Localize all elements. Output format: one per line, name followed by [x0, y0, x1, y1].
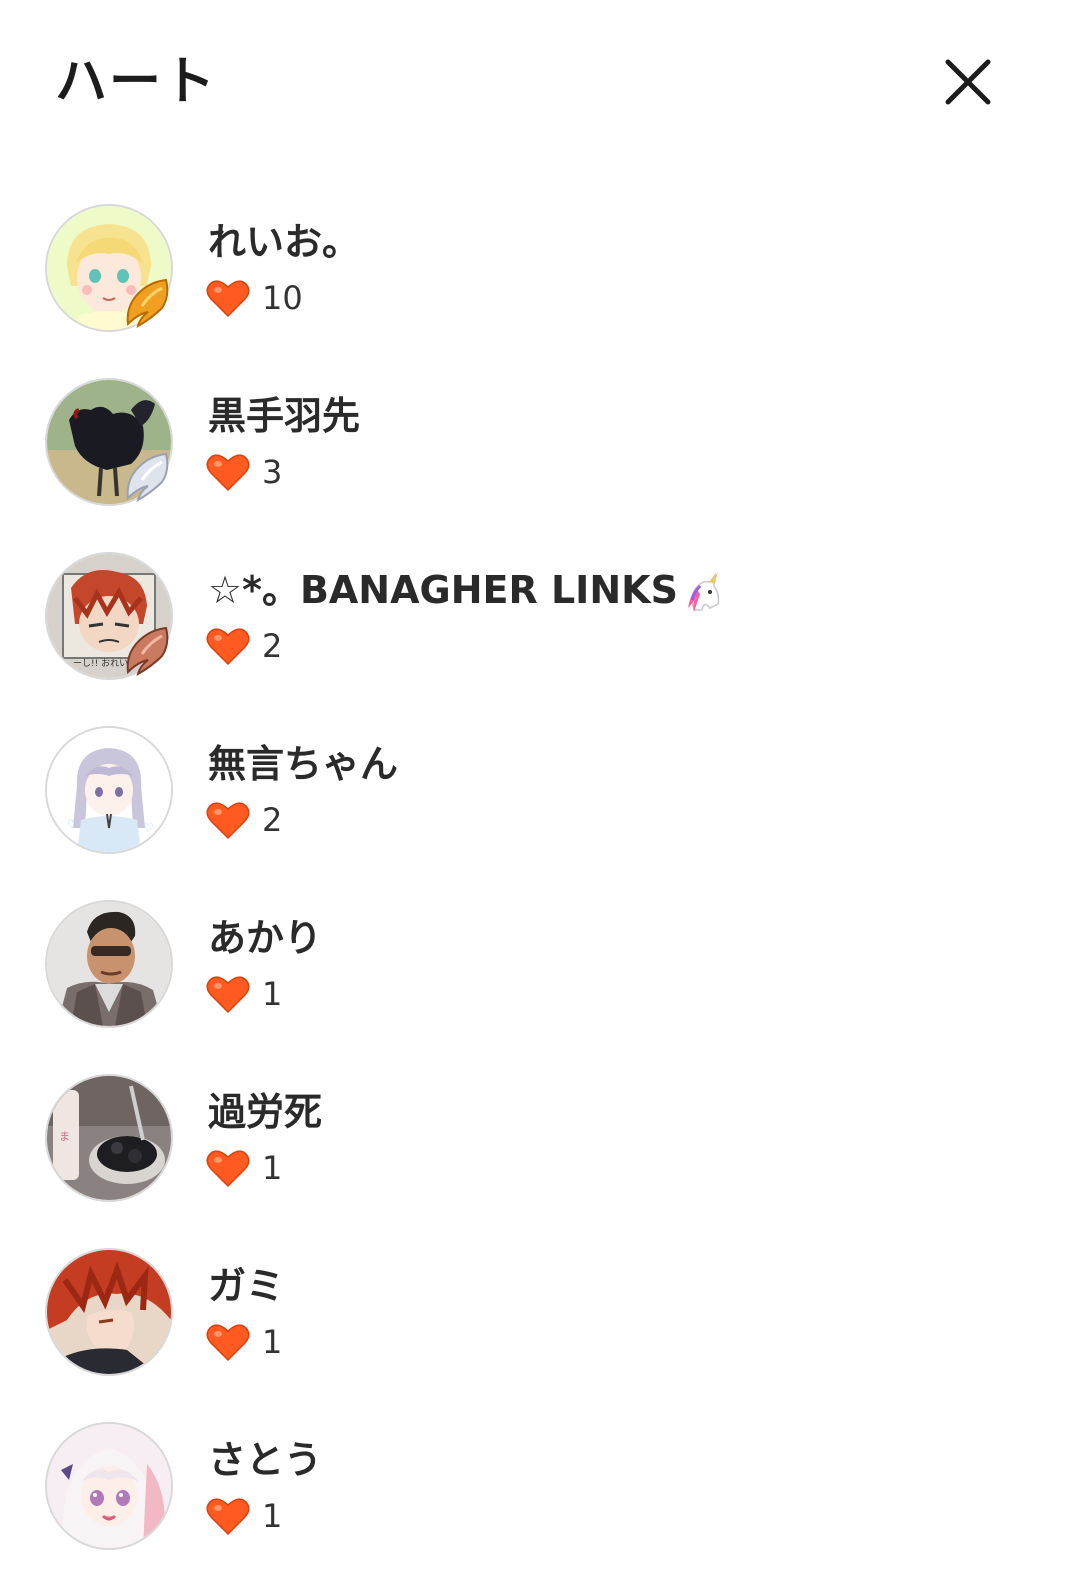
- user-name[interactable]: ☆*。BANAGHER LINKS: [208, 566, 726, 616]
- heart-count: 10: [206, 276, 303, 320]
- heart-icon: [206, 280, 250, 318]
- heart-icon: [206, 976, 250, 1014]
- white-hair-girl-avatar[interactable]: [45, 1422, 173, 1550]
- list-item[interactable]: ♡ ♡ 無言ちゃん 2: [0, 712, 1079, 886]
- food-photo-avatar[interactable]: ま: [45, 1074, 173, 1202]
- heart-count-value: 2: [262, 627, 283, 665]
- page-title: ハート: [55, 52, 218, 112]
- heart-count: 2: [206, 798, 282, 842]
- heart-icon: [206, 1324, 250, 1362]
- svg-text:ま: ま: [59, 1130, 70, 1143]
- user-name-text: ☆*。BANAGHER LINKS: [208, 568, 678, 612]
- heart-icon: [206, 454, 250, 492]
- heart-count-value: 10: [262, 279, 303, 317]
- bronze-wing-badge: [126, 626, 169, 677]
- heart-count: 1: [206, 972, 282, 1016]
- heart-count-value: 3: [262, 453, 283, 491]
- heart-count: 1: [206, 1320, 282, 1364]
- sunglasses-man-avatar[interactable]: [45, 900, 173, 1028]
- heart-count-value: 1: [262, 1323, 283, 1361]
- list-item[interactable]: 黒手羽先 3: [0, 364, 1079, 538]
- list-item[interactable]: ま 過労死 1: [0, 1060, 1079, 1234]
- user-name[interactable]: れいお。: [208, 218, 360, 266]
- heart-count-value: 1: [262, 975, 283, 1013]
- user-name[interactable]: 過労死: [208, 1088, 322, 1136]
- svg-text:♡: ♡: [67, 817, 78, 831]
- heart-icon: [206, 1498, 250, 1536]
- heart-icon: [206, 1150, 250, 1188]
- dialog-header: ハート: [0, 0, 1079, 160]
- heart-count-value: 1: [262, 1149, 283, 1187]
- list-item[interactable]: あかり 1: [0, 886, 1079, 1060]
- user-name[interactable]: さとう: [208, 1436, 322, 1484]
- list-item[interactable]: れいお。 10: [0, 190, 1079, 364]
- heart-count: 1: [206, 1494, 282, 1538]
- unicorn-icon: [687, 571, 720, 612]
- heart-count: 3: [206, 450, 282, 494]
- list-item[interactable]: ーし!! おれい ☆*。BANAGHER LINKS 2: [0, 538, 1079, 712]
- list-item[interactable]: ガミ 1: [0, 1234, 1079, 1408]
- red-hair-boy-avatar[interactable]: [45, 1248, 173, 1376]
- close-icon: [945, 59, 991, 105]
- svg-text:♡: ♡: [143, 821, 154, 835]
- user-name[interactable]: 黒手羽先: [208, 392, 360, 440]
- lavender-girl-avatar[interactable]: ♡ ♡: [45, 726, 173, 854]
- heart-user-list: れいお。 10 黒手羽先 3 ーし!! おれい ☆*。BANAGHER LINK…: [0, 190, 1079, 1582]
- close-button[interactable]: [938, 52, 998, 112]
- heart-count: 2: [206, 624, 282, 668]
- heart-count-value: 1: [262, 1497, 283, 1535]
- silver-wing-badge: [126, 452, 169, 503]
- user-name[interactable]: あかり: [208, 914, 322, 962]
- heart-icon: [206, 802, 250, 840]
- heart-icon: [206, 628, 250, 666]
- list-item[interactable]: さとう 1: [0, 1408, 1079, 1582]
- user-name[interactable]: 無言ちゃん: [208, 740, 398, 788]
- user-name[interactable]: ガミ: [208, 1262, 284, 1310]
- gold-wing-badge: [126, 278, 169, 329]
- heart-count-value: 2: [262, 801, 283, 839]
- heart-count: 1: [206, 1146, 282, 1190]
